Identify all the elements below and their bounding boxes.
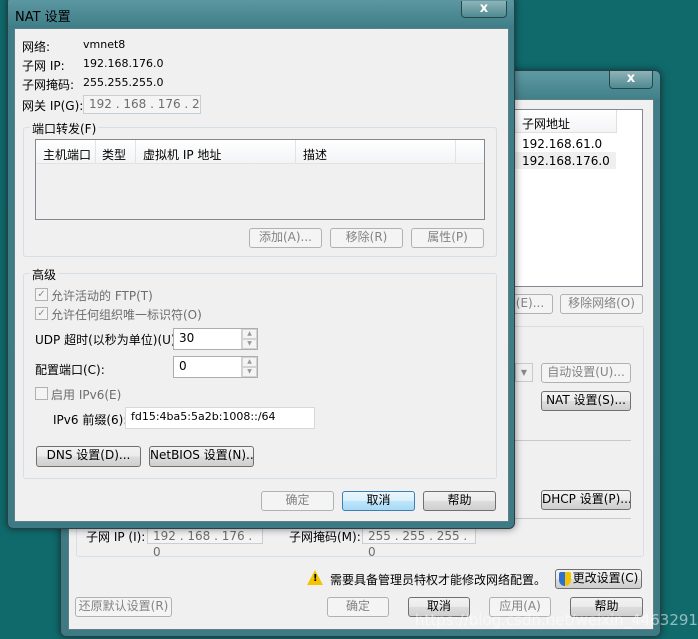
column-type[interactable]: 类型 [96, 140, 136, 164]
nat-settings-button[interactable]: NAT 设置(S)... [541, 391, 631, 411]
spinner-buttons[interactable]: ▲ ▼ [241, 357, 257, 377]
dns-settings-button[interactable]: DNS 设置(D)... [36, 446, 141, 467]
dhcp-settings-button[interactable]: DHCP 设置(P)... [541, 490, 631, 510]
ipv6-prefix-label: IPv6 前缀(6): [53, 413, 128, 427]
port-forwarding-legend: 端口转发(F) [30, 120, 99, 137]
ipv6-prefix-field[interactable]: fd15:4ba5:5a2b:1008::/64 [125, 407, 315, 429]
column-host-port[interactable]: 主机端口 [36, 140, 96, 164]
subnet-ip-label: 子网 IP (I): [86, 530, 146, 544]
udp-timeout-spinner[interactable]: 30 ▲ ▼ [173, 328, 258, 350]
allow-oui-label: 允许任何组织唯一标识符(O) [51, 308, 202, 322]
spin-down-icon[interactable]: ▼ [242, 339, 257, 349]
remove-button[interactable]: 移除(R) [330, 228, 403, 248]
enable-ipv6-checkbox[interactable] [35, 387, 48, 400]
admin-warning-text: 需要具备管理员特权才能修改网络配置。 [330, 573, 547, 587]
add-button[interactable]: 添加(A)... [249, 228, 322, 248]
list-header-subnet[interactable]: 子网地址 [515, 110, 617, 133]
help-button[interactable]: 帮助 [423, 491, 496, 511]
separator [514, 518, 631, 519]
spinner-buttons[interactable]: ▲ ▼ [241, 329, 257, 349]
advanced-legend: 高级 [30, 266, 59, 283]
allow-ftp-label: 允许活动的 FTP(T) [51, 289, 153, 303]
subnet-ip-value: 192.168.176.0 [83, 57, 164, 70]
close-button[interactable]: x [461, 1, 507, 18]
auto-setup-button[interactable]: 自动设置(U)... [541, 363, 631, 383]
watermark: https://blog.csdn.net/weixin_44632915 [415, 611, 698, 629]
uac-shield-icon [559, 572, 571, 586]
allow-oui-checkbox[interactable]: ✓ [35, 307, 48, 320]
udp-timeout-value: 30 [179, 331, 195, 345]
close-button[interactable]: x [609, 71, 653, 89]
dialog-title: NAT 设置 [15, 10, 71, 25]
config-port-label: 配置端口(C): [35, 363, 105, 377]
gateway-label: 网关 IP(G): [22, 99, 84, 113]
ok-button[interactable]: 确定 [261, 491, 334, 511]
gateway-ip-field[interactable]: 192 . 168 . 176 . 2 [83, 95, 201, 114]
list-row-selected[interactable]: 192.168.176.0 [515, 152, 616, 169]
restore-defaults-button[interactable]: 还原默认设置(R) [75, 597, 172, 617]
config-port-spinner[interactable]: 0 ▲ ▼ [173, 356, 258, 378]
properties-button[interactable]: 属性(P) [411, 228, 484, 248]
subnet-ip-label: 子网 IP: [22, 59, 65, 73]
network-value: vmnet8 [83, 38, 126, 51]
column-description[interactable]: 描述 [296, 140, 456, 164]
config-port-value: 0 [179, 359, 187, 373]
udp-timeout-label: UDP 超时(以秒为单位)(U): [35, 333, 180, 347]
subnet-mask-label: 子网掩码(M): [289, 530, 361, 544]
spin-up-icon[interactable]: ▲ [242, 357, 257, 367]
warning-icon-mark: ! [313, 573, 318, 584]
enable-ipv6-label: 启用 IPv6(E) [51, 388, 122, 402]
allow-ftp-checkbox[interactable]: ✓ [35, 288, 48, 301]
list-row[interactable]: 192.168.61.0 [522, 137, 602, 151]
netbios-settings-button[interactable]: NetBIOS 设置(N)... [149, 446, 254, 467]
cancel-button[interactable]: 取消 [342, 491, 415, 511]
subnet-mask-field[interactable]: 255 . 255 . 255 . 0 [362, 527, 476, 559]
separator [514, 440, 631, 441]
subnet-mask-label: 子网掩码: [22, 78, 75, 92]
spin-down-icon[interactable]: ▼ [242, 367, 257, 377]
spin-up-icon[interactable]: ▲ [242, 329, 257, 339]
network-list[interactable] [514, 109, 643, 287]
remove-network-button[interactable]: 移除网络(O) [560, 294, 643, 314]
subnet-ip-field[interactable]: 192 . 168 . 176 . 0 [147, 527, 263, 559]
column-vm-ip[interactable]: 虚拟机 IP 地址 [136, 140, 296, 164]
network-label: 网络: [22, 40, 51, 54]
subnet-mask-value: 255.255.255.0 [83, 76, 164, 89]
dropdown-arrow[interactable]: ▼ [515, 363, 533, 382]
ok-button[interactable]: 确定 [327, 597, 389, 617]
